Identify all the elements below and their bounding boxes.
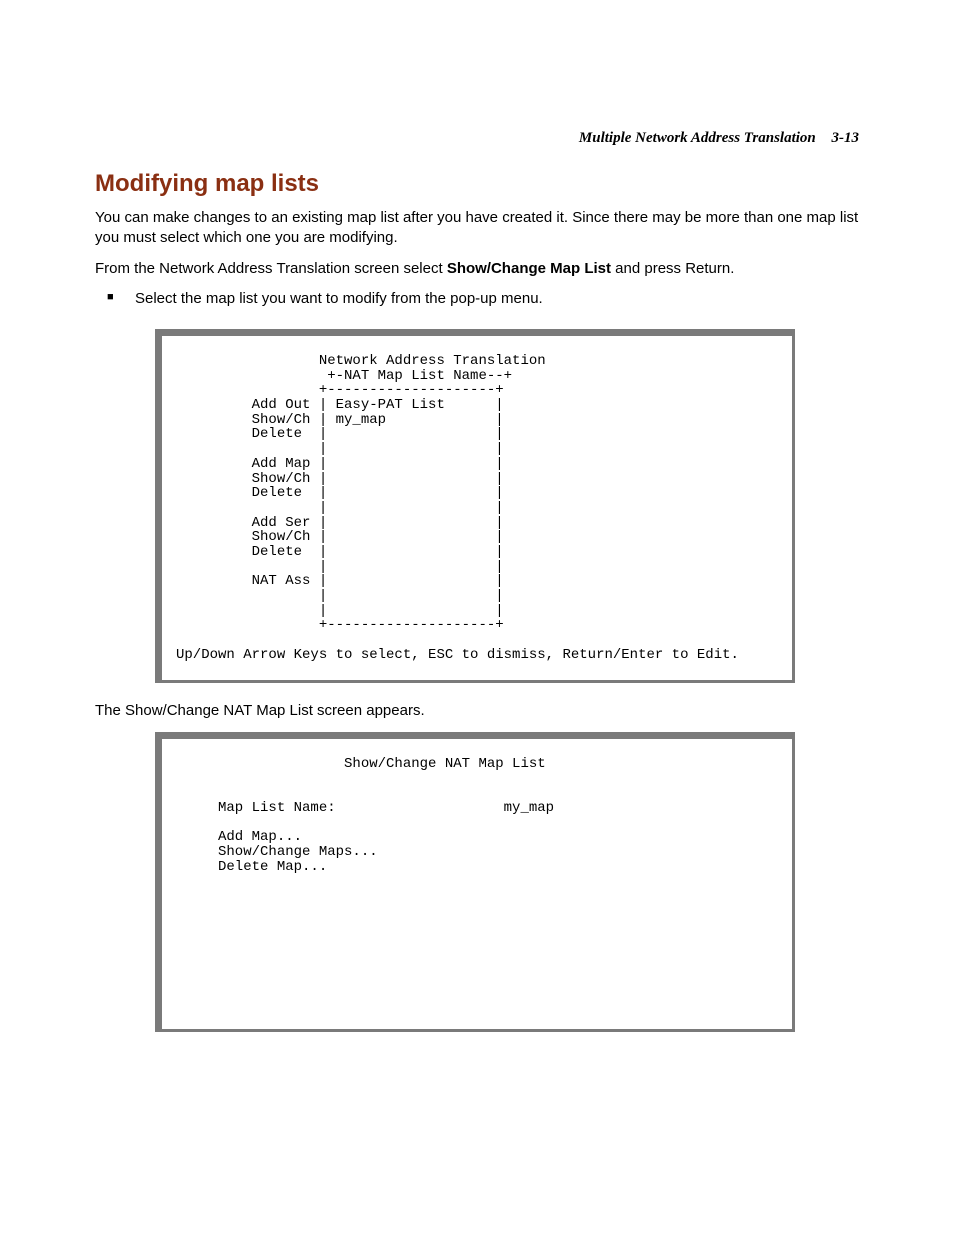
terminal-screen-1: Network Address Translation +-NAT Map Li… xyxy=(155,329,795,683)
running-header: Multiple Network Address Translation 3-1… xyxy=(579,130,859,147)
terminal-screen-2: Show/Change NAT Map List Map List Name: … xyxy=(155,732,795,1032)
section-heading: Modifying map lists xyxy=(95,170,859,198)
chapter-title: Multiple Network Address Translation xyxy=(579,130,816,146)
document-page: Multiple Network Address Translation 3-1… xyxy=(0,0,954,1235)
step-bold: Show/Change Map List xyxy=(447,260,611,277)
bullet-list: Select the map list you want to modify f… xyxy=(107,289,859,309)
bullet-item: Select the map list you want to modify f… xyxy=(107,289,859,309)
mid-paragraph: The Show/Change NAT Map List screen appe… xyxy=(95,701,859,721)
intro-paragraph: You can make changes to an existing map … xyxy=(95,208,859,249)
step-paragraph: From the Network Address Translation scr… xyxy=(95,259,859,279)
step-prefix: From the Network Address Translation scr… xyxy=(95,260,447,277)
step-suffix: and press Return. xyxy=(611,260,734,277)
page-number: 3-13 xyxy=(832,130,860,146)
